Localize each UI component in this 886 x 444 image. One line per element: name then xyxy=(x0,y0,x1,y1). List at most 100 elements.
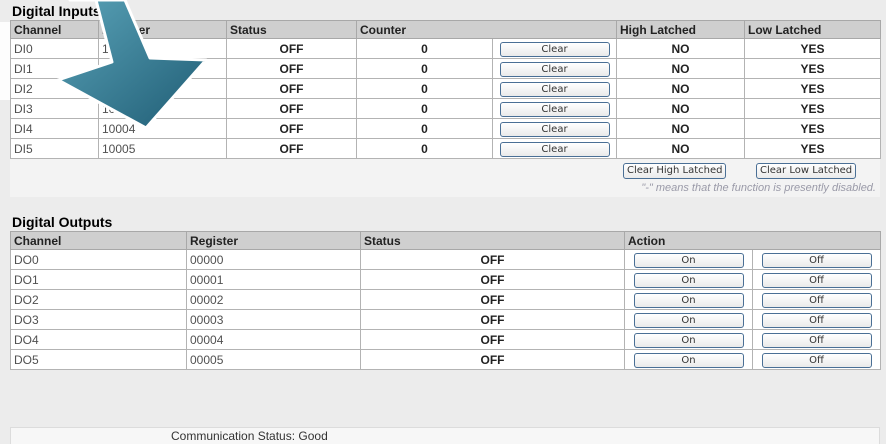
col-register: Register xyxy=(98,20,227,39)
counter-cell: 0 xyxy=(356,58,493,79)
col-status: Status xyxy=(226,20,357,39)
off-cell: Off xyxy=(752,289,881,310)
digital-inputs-header-row: Channel Register Status Counter High Lat… xyxy=(10,20,881,39)
output-off-button[interactable]: Off xyxy=(761,312,872,328)
channel-cell: DO3 xyxy=(10,309,187,330)
register-cell: 00001 xyxy=(186,269,361,290)
disabled-function-note: "-" means that the function is presently… xyxy=(10,181,880,197)
clear-counter-button[interactable]: Clear xyxy=(499,81,610,97)
clear-low-latched-button[interactable]: Clear Low Latched xyxy=(756,163,857,179)
counter-cell: 0 xyxy=(356,78,493,99)
high-latched-cell: NO xyxy=(616,118,745,139)
high-latched-cell: NO xyxy=(616,138,745,159)
low-latched-cell: YES xyxy=(744,58,881,79)
do-row: DO5 00005 OFF On Off xyxy=(10,349,881,370)
output-on-button[interactable]: On xyxy=(633,352,744,368)
output-off-button[interactable]: Off xyxy=(761,352,872,368)
on-cell: On xyxy=(624,249,753,270)
col-counter: Counter xyxy=(356,20,617,39)
low-latched-cell: YES xyxy=(744,38,881,59)
on-cell: On xyxy=(624,289,753,310)
clear-cell: Clear xyxy=(492,138,617,159)
register-cell: 10004 xyxy=(98,118,227,139)
clear-cell: Clear xyxy=(492,78,617,99)
di-row: DI0 10000 OFF 0 Clear NO YES xyxy=(10,38,881,59)
status-cell: OFF xyxy=(360,249,625,270)
output-on-button[interactable]: On xyxy=(633,312,744,328)
channel-cell: DI3 xyxy=(10,98,99,119)
clear-cell: Clear xyxy=(492,58,617,79)
output-on-button[interactable]: On xyxy=(633,292,744,308)
col-action: Action xyxy=(624,231,881,250)
low-latched-cell: YES xyxy=(744,118,881,139)
output-on-button[interactable]: On xyxy=(633,332,744,348)
output-on-button[interactable]: On xyxy=(633,272,744,288)
clear-counter-button[interactable]: Clear xyxy=(499,121,610,137)
output-on-button[interactable]: On xyxy=(633,252,744,268)
low-latched-cell: YES xyxy=(744,138,881,159)
col-register: Register xyxy=(186,231,361,250)
status-cell: OFF xyxy=(226,118,357,139)
digital-outputs-title: Digital Outputs xyxy=(12,214,113,230)
clear-cell: Clear xyxy=(492,38,617,59)
channel-cell: DO4 xyxy=(10,329,187,350)
high-latched-cell: NO xyxy=(616,78,745,99)
output-off-button[interactable]: Off xyxy=(761,252,872,268)
do-row: DO0 00000 OFF On Off xyxy=(10,249,881,270)
counter-cell: 0 xyxy=(356,138,493,159)
clear-cell: Clear xyxy=(492,98,617,119)
col-channel: Channel xyxy=(10,20,99,39)
col-low-latched: Low Latched xyxy=(744,20,881,39)
status-cell: OFF xyxy=(360,349,625,370)
register-cell: 10005 xyxy=(98,138,227,159)
clear-counter-button[interactable]: Clear xyxy=(499,41,610,57)
output-off-button[interactable]: Off xyxy=(761,332,872,348)
di-row: DI2 10002 OFF 0 Clear NO YES xyxy=(10,78,881,99)
register-cell: 00004 xyxy=(186,329,361,350)
channel-cell: DI5 xyxy=(10,138,99,159)
clear-counter-button[interactable]: Clear xyxy=(499,141,610,157)
status-cell: OFF xyxy=(360,289,625,310)
high-latched-cell: NO xyxy=(616,98,745,119)
off-cell: Off xyxy=(752,249,881,270)
communication-status-label: Communication Status: xyxy=(171,429,296,443)
output-off-button[interactable]: Off xyxy=(761,272,872,288)
low-latched-cell: YES xyxy=(744,98,881,119)
register-cell: 10001 xyxy=(98,58,227,79)
do-row: DO2 00002 OFF On Off xyxy=(10,289,881,310)
communication-status-bar: Communication Status: Good xyxy=(10,427,880,444)
register-cell: 10000 xyxy=(98,38,227,59)
do-row: DO3 00003 OFF On Off xyxy=(10,309,881,330)
status-cell: OFF xyxy=(226,58,357,79)
on-cell: On xyxy=(624,349,753,370)
register-cell: 10003 xyxy=(98,98,227,119)
status-cell: OFF xyxy=(226,38,357,59)
high-latched-cell: NO xyxy=(616,58,745,79)
on-cell: On xyxy=(624,329,753,350)
di-row: DI5 10005 OFF 0 Clear NO YES xyxy=(10,138,881,159)
di-row: DI4 10004 OFF 0 Clear NO YES xyxy=(10,118,881,139)
counter-cell: 0 xyxy=(356,98,493,119)
off-cell: Off xyxy=(752,329,881,350)
clear-high-latched-button[interactable]: Clear High Latched xyxy=(623,163,727,179)
clear-counter-button[interactable]: Clear xyxy=(499,101,610,117)
status-cell: OFF xyxy=(226,78,357,99)
status-cell: OFF xyxy=(360,269,625,290)
counter-cell: 0 xyxy=(356,118,493,139)
low-latched-cell: YES xyxy=(744,78,881,99)
communication-status-value: Good xyxy=(298,429,328,443)
off-cell: Off xyxy=(752,349,881,370)
col-status: Status xyxy=(360,231,625,250)
digital-inputs-table: Channel Register Status Counter High Lat… xyxy=(10,20,881,159)
status-cell: OFF xyxy=(360,329,625,350)
di-row: DI3 10003 OFF 0 Clear NO YES xyxy=(10,98,881,119)
register-cell: 00005 xyxy=(186,349,361,370)
do-row: DO1 00001 OFF On Off xyxy=(10,269,881,290)
col-channel: Channel xyxy=(10,231,187,250)
high-latched-cell: NO xyxy=(616,38,745,59)
counter-cell: 0 xyxy=(356,38,493,59)
clear-counter-button[interactable]: Clear xyxy=(499,61,610,77)
digital-outputs-header-row: Channel Register Status Action xyxy=(10,231,881,250)
channel-cell: DO5 xyxy=(10,349,187,370)
output-off-button[interactable]: Off xyxy=(761,292,872,308)
